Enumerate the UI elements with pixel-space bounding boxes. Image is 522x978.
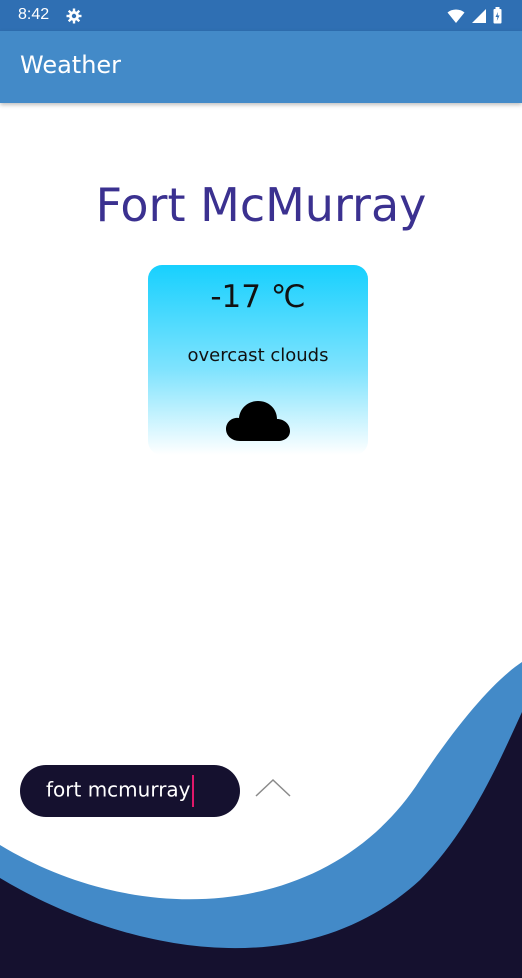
status-bar: 8:42 xyxy=(0,0,522,31)
city-name: Fort McMurray xyxy=(95,178,427,232)
background-waves xyxy=(0,662,522,978)
cloud-icon xyxy=(226,401,290,441)
search-input[interactable]: fort mcmurray xyxy=(46,775,226,807)
weather-card: -17 ℃ overcast clouds xyxy=(148,265,368,455)
text-caret xyxy=(191,775,194,807)
wifi-icon xyxy=(447,9,465,23)
weather-description: overcast clouds xyxy=(187,345,329,366)
temperature: -17 ℃ xyxy=(210,279,306,315)
app-bar: Weather xyxy=(0,31,522,103)
status-icons xyxy=(447,7,502,24)
signal-icon xyxy=(472,8,486,23)
battery-icon xyxy=(493,7,502,24)
gear-icon xyxy=(66,8,82,24)
search-field-container[interactable]: fort mcmurray xyxy=(20,765,240,817)
search-input-text: fort mcmurray xyxy=(46,777,191,802)
app-title: Weather xyxy=(20,51,122,79)
chevron-up-icon[interactable] xyxy=(253,774,293,800)
status-time: 8:42 xyxy=(18,6,50,23)
